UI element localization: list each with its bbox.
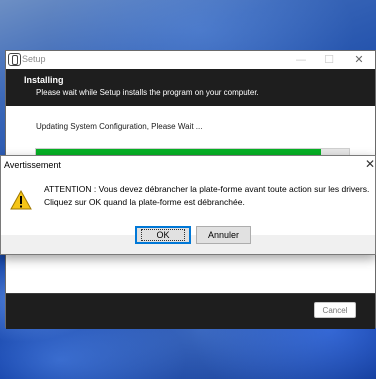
setup-titlebar: Setup — ☐ ✕: [6, 51, 375, 69]
setup-app-icon: [8, 53, 21, 66]
warning-icon: [10, 190, 32, 210]
setup-window-title: Setup: [22, 54, 46, 64]
setup-footer: Cancel: [6, 293, 375, 329]
setup-cancel-button[interactable]: Cancel: [314, 302, 356, 318]
dialog-close-button[interactable]: ✕: [365, 157, 375, 171]
maximize-button[interactable]: ☐: [322, 53, 336, 66]
warning-dialog: Avertissement ✕ ATTENTION : Vous devez d…: [0, 155, 376, 255]
annuler-button[interactable]: Annuler: [196, 226, 251, 244]
minimize-button[interactable]: —: [294, 53, 308, 66]
dialog-message-line-1: ATTENTION : Vous devez débrancher la pla…: [44, 184, 370, 194]
setup-subheading: Please wait while Setup installs the pro…: [36, 88, 259, 97]
ok-button[interactable]: OK: [135, 226, 191, 244]
setup-status-text: Updating System Configuration, Please Wa…: [36, 122, 203, 131]
dialog-title: Avertissement: [4, 160, 61, 170]
close-button[interactable]: ✕: [352, 53, 366, 66]
setup-heading: Installing: [24, 75, 64, 85]
ok-button-label: OK: [141, 229, 185, 241]
setup-header: Installing Please wait while Setup insta…: [6, 69, 375, 105]
dialog-message-line-2: Cliquez sur OK quand la plate-forme est …: [44, 197, 245, 207]
dialog-titlebar: Avertissement ✕: [1, 156, 375, 175]
